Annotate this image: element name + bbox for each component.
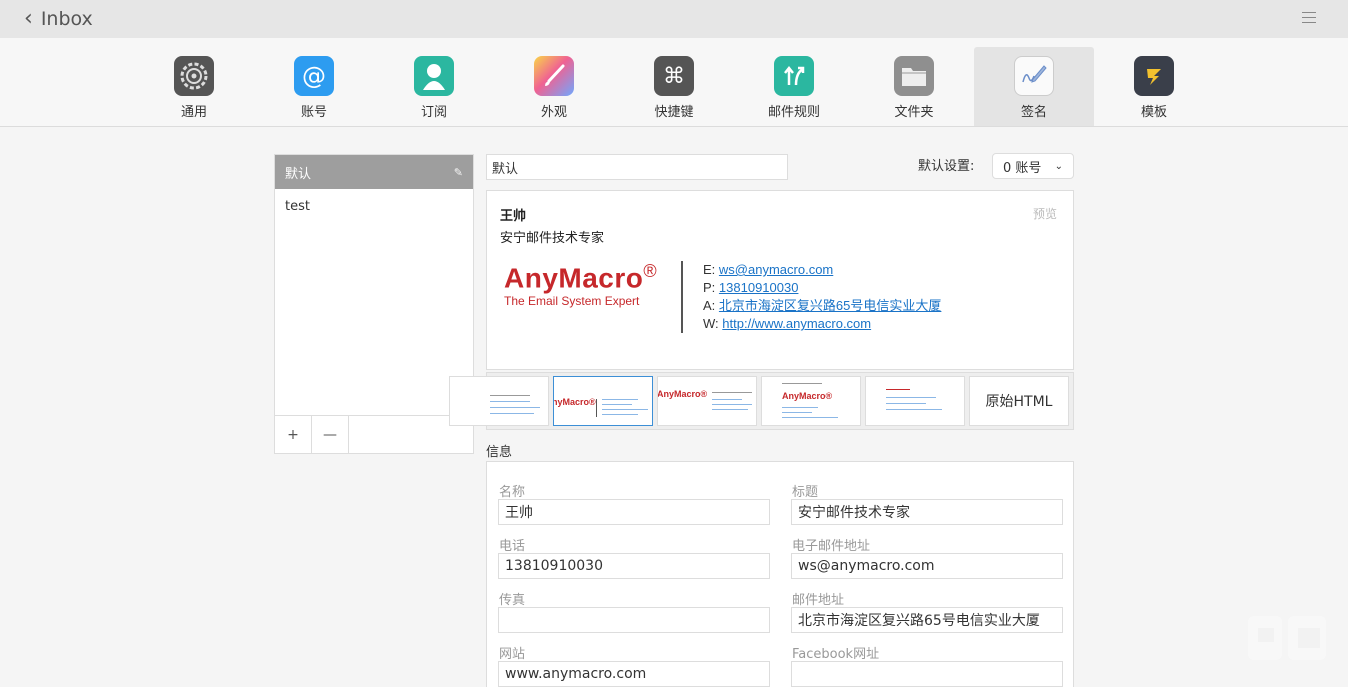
preview-title: 安宁邮件技术专家 [500, 231, 605, 246]
email-prefix: E: [703, 262, 716, 277]
tab-label: 邮件规则 [767, 105, 820, 120]
signature-list-footer: + — [275, 415, 473, 453]
title-label: 标题 [792, 485, 819, 500]
back-label: Inbox [40, 8, 93, 30]
tab-label: 外观 [540, 105, 567, 120]
tab-subscriptions[interactable]: 订阅 [374, 47, 494, 126]
tab-label: 文件夹 [894, 105, 934, 120]
web-prefix: W: [703, 316, 719, 331]
mail-address-field[interactable] [791, 607, 1063, 633]
at-icon: @ [294, 56, 334, 96]
template-thumb[interactable] [865, 376, 965, 426]
chevron-left-icon: ‹ [24, 6, 33, 31]
info-form: 名称 标题 电话 电子邮件地址 传真 邮件地址 网站 Facebook网址 [486, 461, 1074, 687]
raw-html-template[interactable]: 原始HTML [969, 376, 1069, 426]
person-icon [414, 56, 454, 96]
tab-label: 快捷键 [654, 105, 694, 120]
back-button[interactable]: ‹ Inbox [24, 7, 93, 31]
signature-icon [1014, 56, 1054, 96]
facebook-field[interactable] [791, 661, 1063, 687]
tab-label: 账号 [300, 105, 327, 120]
logo-text: AnyMacro [504, 262, 644, 294]
info-section-label: 信息 [486, 445, 513, 460]
mail-address-label: 邮件地址 [792, 593, 845, 608]
tab-signature[interactable]: 签名 [974, 47, 1094, 126]
tab-label: 通用 [180, 105, 207, 120]
tab-general[interactable]: 通用 [134, 47, 254, 126]
address-link[interactable]: 北京市海淀区复兴路65号电信实业大厦 [719, 298, 941, 313]
template-thumb-selected[interactable]: nyMacro® [553, 376, 653, 426]
command-icon: ⌘ [654, 56, 694, 96]
watermark-logo [1244, 606, 1330, 672]
template-thumb[interactable]: AnyMacro® [761, 376, 861, 426]
settings-toolbar: 通用 @ 账号 订阅 外观 ⌘ 快捷键 邮件规则 文件夹 签名 模板 [0, 38, 1348, 127]
facebook-label: Facebook网址 [792, 647, 880, 662]
arrows-icon [774, 56, 814, 96]
website-field[interactable] [498, 661, 770, 687]
web-link[interactable]: http://www.anymacro.com [722, 316, 871, 331]
fax-label: 传真 [499, 593, 526, 608]
signature-list-item[interactable]: test [275, 189, 473, 224]
chevron-down-icon: ⌄ [1054, 160, 1063, 172]
preview-tag: 预览 [1032, 207, 1057, 221]
tab-templates[interactable]: 模板 [1094, 47, 1214, 126]
default-setting-label: 默认设置: [918, 159, 975, 174]
account-select[interactable]: 0 账号 ⌄ [992, 153, 1074, 179]
phone-link[interactable]: 13810910030 [719, 280, 799, 295]
account-select-value: 0 账号 [1003, 160, 1042, 176]
contact-block: E: ws@anymacro.com P: 13810910030 A: 北京市… [703, 261, 941, 333]
tab-shortcuts[interactable]: ⌘ 快捷键 [614, 47, 734, 126]
template-strip: nyMacro® AnyMacro® AnyMacro® 原始HTML [449, 372, 1074, 430]
remove-signature-button[interactable]: — [312, 416, 349, 453]
add-signature-button[interactable]: + [275, 416, 312, 453]
tab-folders[interactable]: 文件夹 [854, 47, 974, 126]
gear-icon [174, 56, 214, 96]
email-label: 电子邮件地址 [792, 539, 871, 554]
template-icon [1134, 56, 1174, 96]
tab-mail-rules[interactable]: 邮件规则 [734, 47, 854, 126]
phone-field[interactable] [498, 553, 770, 579]
company-logo: AnyMacro® The Email System Expert [504, 261, 657, 308]
signature-name: 默认 [285, 166, 312, 182]
email-link[interactable]: ws@anymacro.com [719, 262, 833, 277]
email-field[interactable] [791, 553, 1063, 579]
tab-label: 订阅 [420, 105, 447, 120]
divider [681, 261, 683, 333]
template-thumb[interactable]: AnyMacro® [657, 376, 757, 426]
address-prefix: A: [703, 298, 716, 313]
brush-icon [534, 56, 574, 96]
logo-mark: ® [643, 261, 658, 281]
phone-label: 电话 [499, 539, 526, 554]
hamburger-icon[interactable] [1302, 12, 1316, 24]
signature-preview: 王帅 安宁邮件技术专家 预览 AnyMacro® The Email Syste… [486, 190, 1074, 370]
signature-name-input[interactable] [486, 154, 788, 180]
title-field[interactable] [791, 499, 1063, 525]
tab-appearance[interactable]: 外观 [494, 47, 614, 126]
edit-icon[interactable]: ✎ [454, 166, 463, 179]
signature-list-item-selected[interactable]: 默认 ✎ [275, 155, 473, 189]
tab-label: 签名 [1020, 105, 1047, 120]
phone-prefix: P: [703, 280, 716, 295]
name-field[interactable] [498, 499, 770, 525]
website-label: 网站 [499, 647, 526, 662]
tab-accounts[interactable]: @ 账号 [254, 47, 374, 126]
template-thumb[interactable] [449, 376, 549, 426]
name-label: 名称 [499, 485, 526, 500]
logo-tagline: The Email System Expert [504, 294, 640, 309]
fax-field[interactable] [498, 607, 770, 633]
tab-label: 模板 [1140, 105, 1167, 120]
signature-list: 默认 ✎ test + — [274, 154, 474, 454]
preview-name: 王帅 [500, 209, 527, 224]
title-bar: ‹ Inbox [0, 0, 1348, 38]
folder-icon [894, 56, 934, 96]
